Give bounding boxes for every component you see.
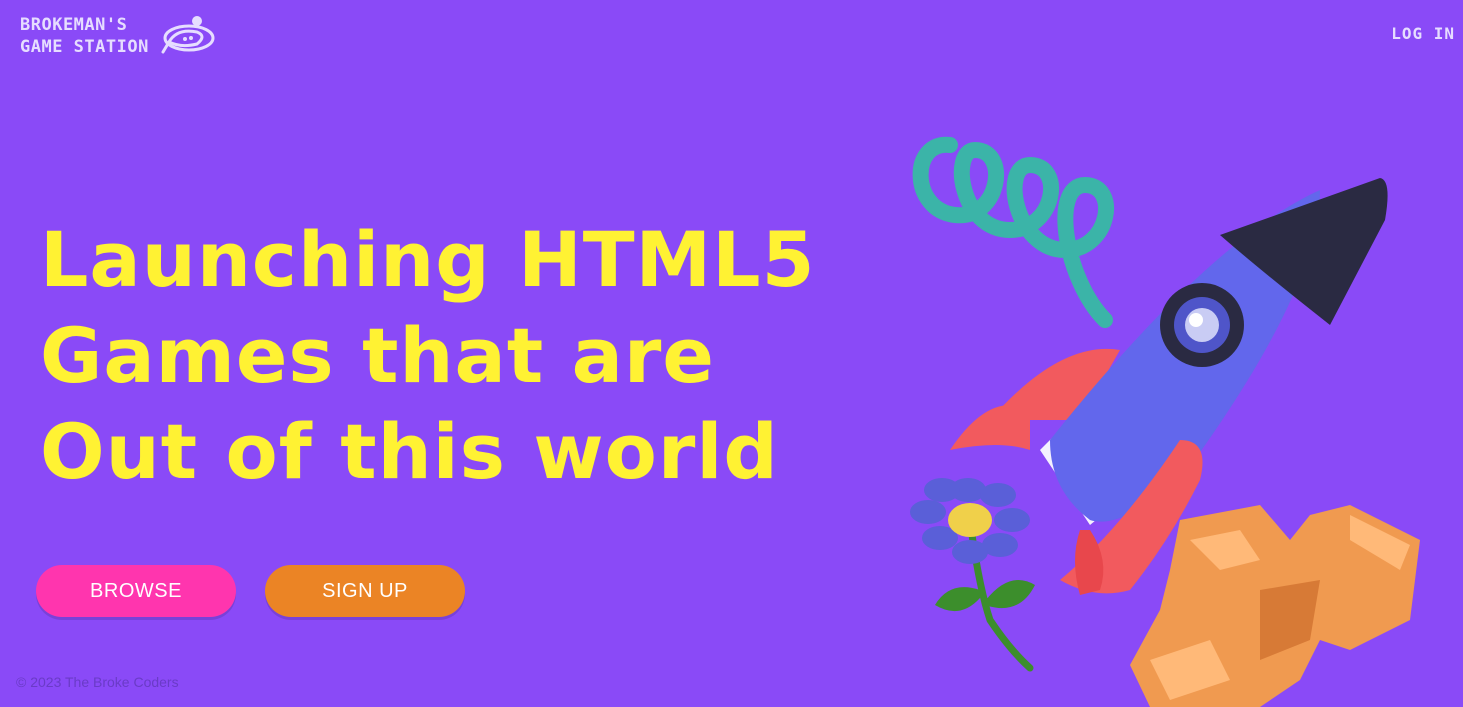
flower [910, 478, 1035, 672]
headline-line-3: Out of this world [40, 407, 779, 496]
footer-copyright: © 2023 The Broke Coders [16, 674, 179, 690]
rocket-illustration [910, 136, 1420, 707]
headline-line-2: Games that are [40, 311, 715, 400]
spaceship-icon [161, 16, 215, 54]
brand-name-line-2: GAME STATION [20, 37, 149, 57]
headline-line-1: Launching HTML5 [40, 215, 816, 304]
signup-button[interactable]: SIGN UP [265, 565, 465, 617]
spring-coil [912, 136, 1114, 328]
brand-name-line-1: BROKEMAN'S [20, 15, 128, 35]
landing-page: BROKEMAN'S GAME STATION LOG IN Launching… [0, 0, 1463, 707]
login-link[interactable]: LOG IN [1391, 24, 1455, 43]
brand-name: BROKEMAN'S GAME STATION [20, 14, 149, 58]
browse-button[interactable]: BROWSE [36, 565, 236, 617]
puzzle-blocks [1130, 505, 1420, 707]
hero-headline: Launching HTML5 Games that are Out of th… [40, 212, 815, 500]
brand-logo-link[interactable]: BROKEMAN'S GAME STATION [20, 14, 217, 58]
